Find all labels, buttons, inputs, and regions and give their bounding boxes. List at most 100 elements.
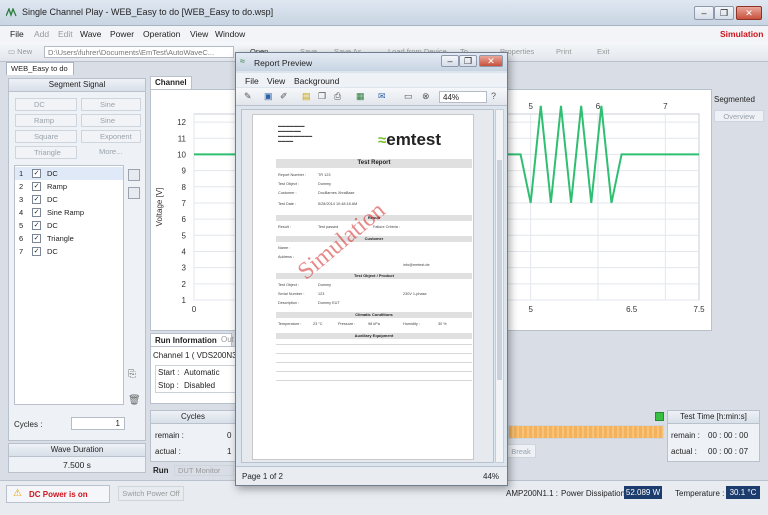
report-minimize-button[interactable]: – bbox=[441, 55, 459, 67]
menu-power[interactable]: Power bbox=[110, 29, 134, 39]
segment-checkbox[interactable]: ✓ bbox=[32, 208, 41, 217]
dc-button[interactable]: DC bbox=[15, 98, 77, 111]
menu-edit[interactable]: Edit bbox=[58, 29, 73, 39]
copy-icon[interactable]: ⎘ bbox=[128, 369, 140, 381]
more-button[interactable]: More... bbox=[81, 146, 141, 159]
segment-checkbox[interactable]: ✓ bbox=[32, 169, 41, 178]
segment-row[interactable]: 3 ✓ DC bbox=[15, 193, 123, 206]
ramp-button[interactable]: Ramp bbox=[15, 114, 77, 127]
table-line bbox=[276, 353, 472, 354]
report-menu-background[interactable]: Background bbox=[294, 76, 339, 86]
zoom-select[interactable]: 44% bbox=[439, 91, 487, 103]
cycles-input[interactable]: 1 bbox=[71, 417, 125, 430]
emtest-logo: ≈emtest bbox=[378, 130, 442, 149]
report-field: Serial Number : bbox=[278, 292, 305, 296]
overview-button[interactable]: Overview bbox=[714, 110, 764, 122]
report-restore-button[interactable]: ❐ bbox=[459, 55, 477, 67]
y-tick-label: 9 bbox=[182, 167, 187, 176]
menu-file[interactable]: File bbox=[10, 29, 24, 39]
test-time-header: Test Time [h:min:s] bbox=[668, 411, 759, 424]
copy-icon[interactable]: ❐ bbox=[318, 91, 326, 102]
trash-icon[interactable]: 🗑 bbox=[128, 395, 141, 407]
segment-checkbox[interactable]: ✓ bbox=[32, 234, 41, 243]
segment-list[interactable]: 1 ✓ DC 2 ✓ Ramp 3 ✓ DC 4 ✓ Sine Ramp 5 ✓ DC 6 ✓ Tria… bbox=[14, 165, 124, 405]
report-section: Climatic Conditions bbox=[276, 312, 472, 318]
report-section: Customer bbox=[276, 236, 472, 242]
break-button[interactable]: Break bbox=[506, 444, 536, 458]
report-scroll-thumb[interactable] bbox=[497, 160, 502, 380]
segment-row[interactable]: 2 ✓ Ramp bbox=[15, 180, 123, 193]
move-down-icon[interactable] bbox=[128, 187, 140, 199]
print-button[interactable]: Print bbox=[556, 45, 571, 59]
segment-checkbox[interactable]: ✓ bbox=[32, 195, 41, 204]
segment-row[interactable]: 4 ✓ Sine Ramp bbox=[15, 206, 123, 219]
menu-add[interactable]: Add bbox=[34, 29, 49, 39]
report-close-button[interactable]: ✕ bbox=[479, 55, 503, 67]
segment-checkbox[interactable]: ✓ bbox=[32, 247, 41, 256]
segment-checkbox[interactable]: ✓ bbox=[32, 182, 41, 191]
report-status-bar: Page 1 of 2 44% bbox=[236, 466, 507, 485]
segment-checkbox[interactable]: ✓ bbox=[32, 221, 41, 230]
y-tick-label: 7 bbox=[182, 199, 187, 208]
square-button[interactable]: Square bbox=[15, 130, 77, 143]
dut-monitor-tab[interactable]: DUT Monitor bbox=[174, 465, 234, 476]
segment-row[interactable]: 7 ✓ DC bbox=[15, 245, 123, 258]
sine-button[interactable]: Sine bbox=[81, 98, 141, 111]
dc-power-status: DC Power is on bbox=[29, 490, 88, 499]
help-icon[interactable]: ? bbox=[491, 91, 496, 101]
menu-window[interactable]: Window bbox=[215, 29, 245, 39]
document-tab[interactable]: WEB_Easy to do bbox=[6, 62, 74, 75]
close-button[interactable]: ✕ bbox=[736, 6, 762, 20]
page-icon[interactable]: ▭ bbox=[404, 91, 413, 102]
exponent-button[interactable]: Exponent bbox=[81, 130, 141, 143]
wave-duration-panel: Wave Duration 7.500 s bbox=[8, 443, 146, 473]
report-title-bar: ≈ Report Preview – ❐ ✕ bbox=[236, 53, 507, 71]
menu-wave[interactable]: Wave bbox=[80, 29, 101, 39]
run-information-tab[interactable]: Run Information bbox=[150, 333, 232, 346]
report-value: 5/28/2014 10:48:18 AM bbox=[318, 202, 358, 206]
exit-button[interactable]: Exit bbox=[597, 45, 610, 59]
report-page-view[interactable]: ▬▬▬▬▬▬▬ ▬▬▬▬▬▬ ▬▬▬▬▬▬▬▬▬ ▬▬▬▬ ≈emtest Test … bbox=[241, 109, 494, 463]
report-scrollbar[interactable] bbox=[495, 109, 504, 463]
workspace-path-field[interactable]: D:\Users\fuhrer\Documents\EmTest\AutoWav… bbox=[44, 46, 234, 58]
restore-button[interactable]: ❐ bbox=[714, 6, 734, 20]
report-app-icon: ≈ bbox=[240, 56, 245, 66]
binoculars-icon[interactable]: ⊗ bbox=[422, 91, 430, 102]
segment-signal-header: Segment Signal bbox=[9, 79, 145, 92]
export-icon[interactable]: ▦ bbox=[356, 91, 365, 102]
y-tick-label: 11 bbox=[178, 134, 187, 143]
switch-power-off-button[interactable]: Switch Power Off bbox=[118, 486, 184, 501]
stop-label: Stop : bbox=[158, 381, 179, 390]
power-dissipation-label: Power Dissipation : bbox=[561, 489, 630, 498]
report-menu-view[interactable]: View bbox=[267, 76, 285, 86]
move-up-icon[interactable] bbox=[128, 169, 140, 181]
report-menu-file[interactable]: File bbox=[245, 76, 259, 86]
segment-row[interactable]: 1 ✓ DC bbox=[15, 167, 123, 180]
dc-power-indicator: ⚠ DC Power is on bbox=[6, 485, 110, 503]
save-icon[interactable]: ▣ bbox=[264, 91, 273, 102]
sine-sweep-button[interactable]: Sine Sweep bbox=[81, 114, 141, 137]
open-icon[interactable]: ▤ bbox=[302, 91, 311, 102]
pencil-icon[interactable]: ✐ bbox=[280, 91, 288, 102]
print-icon[interactable]: ⎙ bbox=[334, 91, 341, 102]
run-settings-box: Start : Automatic Stop : Disabled bbox=[155, 365, 239, 393]
run-information-panel: Channel 1 ( VDS200N30 on Start : Automat… bbox=[150, 346, 252, 404]
email-icon[interactable]: ✉ bbox=[378, 91, 386, 102]
edit-icon[interactable]: ✎ bbox=[244, 91, 252, 102]
minimize-button[interactable]: – bbox=[694, 6, 714, 20]
new-button[interactable]: ▭ New bbox=[8, 45, 32, 59]
segment-row[interactable]: 5 ✓ DC bbox=[15, 219, 123, 232]
time-remain-label: remain : bbox=[671, 431, 700, 440]
segment-row[interactable]: 6 ✓ Triangle bbox=[15, 232, 123, 245]
menu-view[interactable]: View bbox=[190, 29, 208, 39]
channel-tab[interactable]: Channel bbox=[150, 76, 192, 89]
report-value: 123 bbox=[318, 292, 325, 296]
report-page: ▬▬▬▬▬▬▬ ▬▬▬▬▬▬ ▬▬▬▬▬▬▬▬▬ ▬▬▬▬ ≈emtest Test … bbox=[252, 114, 474, 460]
run-tab[interactable]: Run bbox=[153, 466, 169, 475]
report-field: Pressure : bbox=[338, 322, 356, 326]
triangle-button[interactable]: Triangle bbox=[15, 146, 77, 159]
menu-operation[interactable]: Operation bbox=[143, 29, 180, 39]
wave-duration-header: Wave Duration bbox=[9, 444, 145, 457]
y-tick-label: 3 bbox=[182, 264, 187, 273]
output-tab[interactable]: Out bbox=[221, 335, 234, 344]
